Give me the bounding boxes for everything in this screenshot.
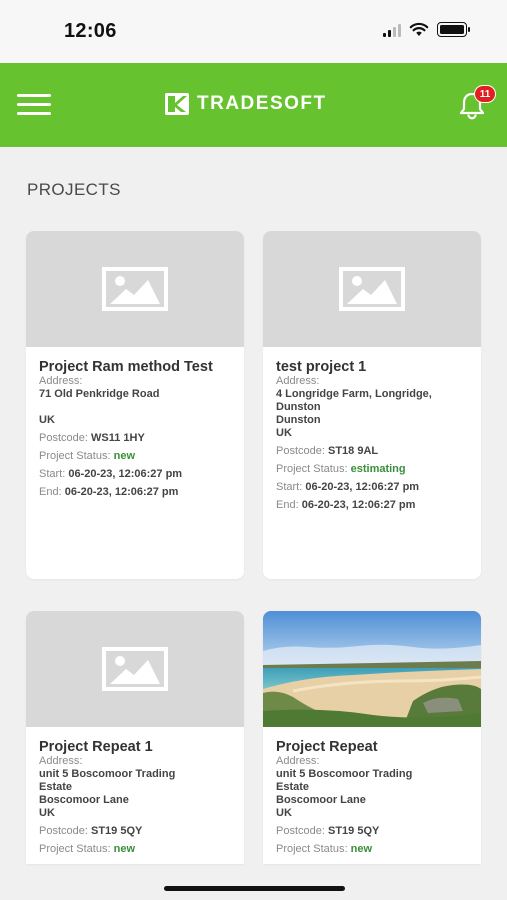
status-label: Project Status: (276, 463, 348, 475)
postcode-label: Postcode: (39, 825, 88, 837)
status-label: Project Status: (39, 843, 111, 855)
project-title: Project Repeat (276, 739, 378, 755)
status-time: 12:06 (64, 20, 117, 42)
project-thumbnail (26, 611, 244, 727)
address-line (39, 401, 231, 414)
notifications-button[interactable]: 11 (456, 85, 496, 129)
status-value: new (113, 450, 136, 462)
end-label: End: (39, 486, 62, 498)
menu-line (17, 94, 51, 97)
home-indicator[interactable] (164, 886, 345, 891)
status-value: new (113, 843, 136, 855)
status-row: Project Status: estimating (276, 463, 468, 476)
address-label: Address: (276, 375, 320, 387)
postcode-label: Postcode: (276, 445, 325, 457)
postcode-label: Postcode: (39, 432, 88, 444)
status-value: estimating (350, 463, 406, 475)
status-label: Project Status: (39, 450, 111, 462)
address-line: Boscomoor Lane (276, 794, 366, 806)
hamburger-menu-button[interactable] (17, 94, 51, 116)
placeholder-image-icon (102, 647, 168, 691)
status-row: Project Status: new (276, 843, 468, 856)
project-thumbnail (26, 231, 244, 347)
menu-line (17, 103, 51, 106)
tradesoft-logo: TRADESOFT (165, 93, 327, 115)
address-line: Boscomoor Lane (39, 794, 129, 806)
address-line: UK (39, 414, 55, 426)
start-label: Start: (39, 468, 66, 480)
end-label: End: (276, 499, 299, 511)
brand-name: TRADESOFT (197, 93, 327, 114)
status-row: Project Status: new (39, 450, 231, 463)
project-card[interactable]: Project Ram method Test Address: 71 Old … (26, 231, 244, 579)
start-value: 06-20-23, 12:06:27 pm (305, 481, 420, 493)
project-title: test project 1 (276, 359, 367, 375)
postcode-row: Postcode: ST18 9AL (276, 445, 468, 458)
project-title: Project Ram method Test (39, 359, 213, 375)
postcode-value: ST18 9AL (327, 445, 379, 457)
postcode-row: Postcode: WS11 1HY (39, 432, 231, 445)
address-line: Dunston (276, 401, 321, 413)
postcode-row: Postcode: ST19 5QY (276, 825, 468, 838)
beach-photo (263, 611, 481, 727)
end-row: End: 06-20-23, 12:06:27 pm (276, 499, 468, 512)
end-value: 06-20-23, 12:06:27 pm (301, 499, 416, 511)
start-row: Start: 06-20-23, 12:06:27 pm (39, 468, 231, 481)
page-title: PROJECTS (27, 180, 121, 199)
status-bar: 12:06 (0, 0, 507, 63)
wifi-icon (409, 22, 429, 36)
status-row: Project Status: new (39, 843, 231, 856)
notification-count-badge: 11 (474, 85, 496, 103)
address-line: Estate (39, 781, 73, 793)
postcode-value: ST19 5QY (90, 825, 143, 837)
start-value: 06-20-23, 12:06:27 pm (68, 468, 183, 480)
address-label: Address: (276, 755, 320, 767)
project-card[interactable]: test project 1 Address: 4 Longridge Farm… (263, 231, 481, 579)
postcode-value: ST19 5QY (327, 825, 380, 837)
cellular-signal-icon (383, 23, 401, 37)
address-line: 71 Old Penkridge Road (39, 388, 160, 400)
project-title: Project Repeat 1 (39, 739, 153, 755)
postcode-label: Postcode: (276, 825, 325, 837)
address-line: UK (276, 427, 292, 439)
address-line: unit 5 Boscomoor Trading (276, 768, 413, 780)
status-icons (383, 22, 470, 37)
project-card[interactable]: Project Repeat 1 Address: unit 5 Boscomo… (26, 611, 244, 864)
end-value: 06-20-23, 12:06:27 pm (64, 486, 179, 498)
postcode-row: Postcode: ST19 5QY (39, 825, 231, 838)
tradesoft-logo-icon (165, 93, 189, 115)
end-row: End: 06-20-23, 12:06:27 pm (39, 486, 231, 499)
address-line: 4 Longridge Farm, Longridge, (276, 388, 432, 400)
start-row: Start: 06-20-23, 12:06:27 pm (276, 481, 468, 494)
project-thumbnail (263, 231, 481, 347)
address-label: Address: (39, 755, 83, 767)
address-label: Address: (39, 375, 83, 387)
placeholder-image-icon (102, 267, 168, 311)
app-header: TRADESOFT 11 (0, 63, 507, 147)
placeholder-image-icon (339, 267, 405, 311)
status-label: Project Status: (276, 843, 348, 855)
menu-line (17, 112, 51, 115)
postcode-value: WS11 1HY (90, 432, 145, 444)
address-line: Estate (276, 781, 310, 793)
project-thumbnail (263, 611, 481, 727)
status-value: new (350, 843, 373, 855)
address-line: UK (276, 807, 292, 819)
project-card[interactable]: Project Repeat Address: unit 5 Boscomoor… (263, 611, 481, 864)
start-label: Start: (276, 481, 303, 493)
battery-icon (437, 22, 470, 37)
address-line: UK (39, 807, 55, 819)
address-line: unit 5 Boscomoor Trading (39, 768, 176, 780)
address-line: Dunston (276, 414, 321, 426)
